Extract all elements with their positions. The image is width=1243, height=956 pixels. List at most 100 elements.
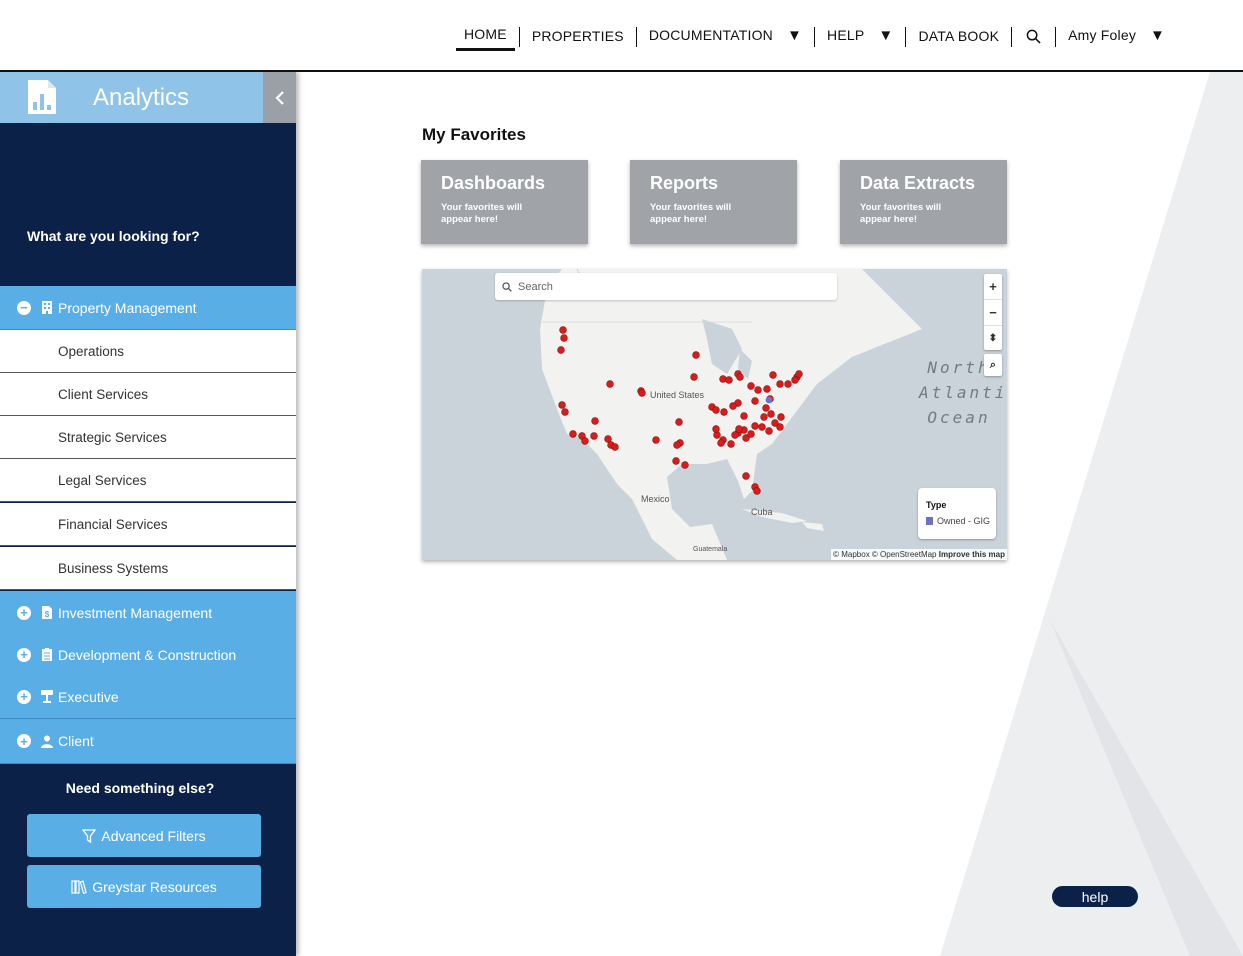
caret-down-icon[interactable]: ▼ xyxy=(787,27,802,44)
nav-properties[interactable]: PROPERTIES xyxy=(524,24,632,50)
property-marker[interactable] xyxy=(729,402,737,410)
property-marker[interactable] xyxy=(611,443,619,451)
section-development-construction[interactable]: + Development & Construction xyxy=(0,633,296,677)
property-marker[interactable] xyxy=(754,386,762,394)
improve-map-link[interactable]: Improve this map xyxy=(939,550,1005,559)
nav-documentation[interactable]: DOCUMENTATION ▼ xyxy=(641,23,810,50)
advanced-filters-button[interactable]: Advanced Filters xyxy=(27,814,261,857)
expand-circle-icon[interactable]: + xyxy=(17,689,31,704)
property-marker[interactable] xyxy=(767,410,775,418)
sidebar-item-strategic-services[interactable]: Strategic Services xyxy=(0,416,296,459)
property-marker[interactable] xyxy=(765,427,773,435)
property-marker[interactable] xyxy=(638,389,646,397)
section-label: Investment Management xyxy=(58,604,213,621)
nav-help[interactable]: HELP ▼ xyxy=(819,23,901,50)
expand-circle-icon[interactable]: + xyxy=(17,647,31,662)
caret-down-icon[interactable]: ▼ xyxy=(878,27,893,44)
property-marker[interactable] xyxy=(560,334,568,342)
compass-icon[interactable]: ⬍ xyxy=(984,325,1002,351)
books-icon xyxy=(71,879,87,894)
property-marker[interactable] xyxy=(751,422,759,430)
greystar-resources-button[interactable]: Greystar Resources xyxy=(27,865,261,908)
property-marker[interactable] xyxy=(561,408,569,416)
property-marker[interactable] xyxy=(735,425,743,433)
property-marker[interactable] xyxy=(784,380,792,388)
collapse-circle-icon[interactable]: − xyxy=(17,300,31,315)
favorites-card-data-extracts[interactable]: Data Extracts Your favorites will appear… xyxy=(840,160,1007,244)
property-marker[interactable] xyxy=(736,373,744,381)
nav-home[interactable]: HOME xyxy=(456,22,515,51)
zoom-out-button[interactable]: − xyxy=(984,299,1002,325)
property-marker[interactable] xyxy=(681,461,689,469)
property-marker[interactable] xyxy=(557,346,565,354)
property-marker[interactable] xyxy=(751,397,759,405)
property-marker[interactable] xyxy=(712,425,720,433)
search-icon[interactable] xyxy=(1016,29,1051,44)
collapse-sidebar-button[interactable] xyxy=(263,72,296,123)
sidebar-title: Analytics xyxy=(93,84,190,111)
section-executive[interactable]: + Executive xyxy=(0,675,296,719)
sidebar-item-operations[interactable]: Operations xyxy=(0,330,296,373)
property-marker[interactable] xyxy=(713,431,721,439)
property-marker[interactable] xyxy=(591,417,599,425)
caret-down-icon[interactable]: ▼ xyxy=(1150,27,1165,44)
property-marker[interactable] xyxy=(558,401,566,409)
property-marker[interactable] xyxy=(758,423,766,431)
svg-text:$: $ xyxy=(45,610,50,619)
property-marker[interactable] xyxy=(760,413,768,421)
property-marker[interactable] xyxy=(747,430,755,438)
map-search-placeholder: Search xyxy=(518,280,553,293)
property-marker[interactable] xyxy=(672,457,680,465)
property-marker[interactable] xyxy=(777,413,785,421)
map-search-input[interactable]: Search xyxy=(495,273,837,300)
property-marker[interactable] xyxy=(712,406,720,414)
property-marker[interactable] xyxy=(747,382,755,390)
property-marker[interactable] xyxy=(762,404,770,412)
property-marker[interactable] xyxy=(776,380,784,388)
property-marker[interactable] xyxy=(742,472,750,480)
filter-icon xyxy=(82,828,97,843)
sidebar-item-business-systems[interactable]: Business Systems xyxy=(0,547,296,590)
property-marker[interactable] xyxy=(673,441,681,449)
property-marker[interactable] xyxy=(765,396,773,404)
properties-map[interactable]: United States Mexico Cuba Guatemala Nort… xyxy=(422,269,1007,560)
property-marker[interactable] xyxy=(727,440,735,448)
property-marker[interactable] xyxy=(690,373,698,381)
favorites-card-dashboards[interactable]: Dashboards Your favorites will appear he… xyxy=(421,160,588,244)
property-marker[interactable] xyxy=(720,408,728,416)
property-marker[interactable] xyxy=(581,437,589,445)
section-client[interactable]: + Client xyxy=(0,719,296,764)
property-marker[interactable] xyxy=(559,326,567,334)
property-marker[interactable] xyxy=(763,385,771,393)
zoom-in-button[interactable]: + xyxy=(984,274,1002,299)
document-dollar-icon: $ xyxy=(42,606,52,619)
sidebar-item-legal-services[interactable]: Legal Services xyxy=(0,459,296,502)
section-property-management[interactable]: − Property Management xyxy=(0,286,296,330)
favorites-card-reports[interactable]: Reports Your favorites will appear here! xyxy=(630,160,797,244)
property-marker[interactable] xyxy=(753,487,761,495)
section-investment-management[interactable]: + $ Investment Management xyxy=(0,591,296,635)
property-marker[interactable] xyxy=(791,376,799,384)
help-button[interactable]: help xyxy=(1052,886,1138,907)
expand-circle-icon[interactable]: + xyxy=(17,605,31,620)
user-menu[interactable]: Amy Foley ▼ xyxy=(1060,23,1173,50)
property-marker[interactable] xyxy=(675,418,683,426)
zoom-search-icon[interactable]: ⌕ xyxy=(984,354,1002,376)
property-marker[interactable] xyxy=(717,439,725,447)
property-marker[interactable] xyxy=(652,436,660,444)
property-marker[interactable] xyxy=(740,412,748,420)
property-marker[interactable] xyxy=(590,432,598,440)
property-marker[interactable] xyxy=(692,351,700,359)
property-marker[interactable] xyxy=(719,375,727,383)
property-marker[interactable] xyxy=(769,371,777,379)
property-marker[interactable] xyxy=(776,423,784,431)
property-marker[interactable] xyxy=(731,431,739,439)
nav-data-book[interactable]: DATA BOOK xyxy=(910,24,1007,50)
property-marker[interactable] xyxy=(569,430,577,438)
sidebar-item-client-services[interactable]: Client Services xyxy=(0,373,296,416)
expand-circle-icon[interactable]: + xyxy=(17,734,31,748)
property-marker[interactable] xyxy=(725,376,733,384)
sidebar-item-financial-services[interactable]: Financial Services xyxy=(0,503,296,546)
property-marker[interactable] xyxy=(606,380,614,388)
property-marker[interactable] xyxy=(795,370,803,378)
